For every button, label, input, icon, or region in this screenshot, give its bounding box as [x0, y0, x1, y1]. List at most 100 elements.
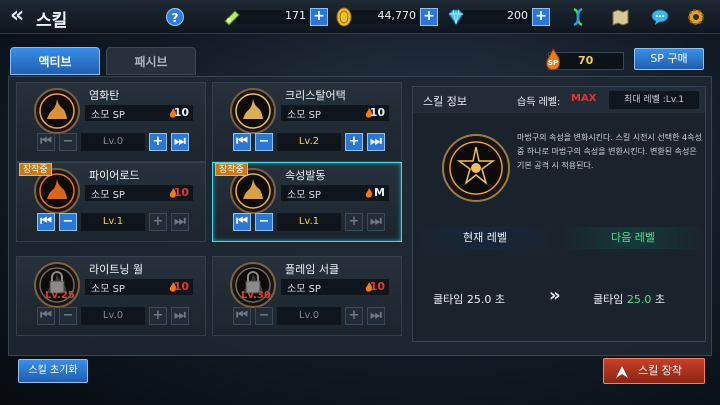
level-last-button[interactable]: ⏭	[367, 133, 385, 151]
sp-cost-label: 소모 SP	[287, 190, 321, 201]
help-icon[interactable]: ?	[166, 8, 184, 26]
sp-cost-label: 소모 SP	[91, 110, 125, 121]
next-cooldown: 쿨타임 25.0 초	[593, 291, 665, 307]
sp-cost-value: M	[374, 186, 385, 199]
tab-passive[interactable]: 패시브	[106, 47, 196, 75]
double-arrow-icon: »	[549, 285, 561, 306]
level-plus-button[interactable]: +	[345, 213, 363, 231]
sp-cost-value: 10	[173, 186, 189, 199]
level-plus-button[interactable]: +	[345, 133, 363, 151]
skill-name: 속성발동	[285, 169, 326, 182]
equip-icon	[616, 366, 628, 378]
gold-resource: 44,770 +	[334, 7, 438, 27]
map-scroll-icon[interactable]	[610, 7, 630, 27]
learn-level-value: MAX	[571, 93, 597, 104]
sp-buy-button[interactable]: SP 구매	[634, 48, 704, 70]
equipped-badge: 장착중	[19, 163, 52, 176]
ticket-plus-button[interactable]: +	[310, 8, 328, 26]
unlock-level: Lv.25	[45, 290, 75, 301]
sp-cost-row: 소모 SP 10	[85, 279, 193, 295]
skill-name: 크리스탈어택	[285, 89, 346, 102]
page-title: 스킬	[36, 11, 68, 31]
level-controls: ⏮ − Lv.0 + ⏭	[37, 307, 189, 327]
skill-card[interactable]: 염화탄 소모 SP 10 ⏮ − Lv.0 + ⏭	[16, 82, 206, 162]
level-value: Lv.0	[81, 133, 145, 151]
level-plus-button[interactable]: +	[149, 307, 167, 325]
level-last-button[interactable]: ⏭	[367, 213, 385, 231]
info-title: 스킬 정보	[423, 95, 467, 108]
tab-active[interactable]: 액티브	[10, 47, 100, 75]
skill-card[interactable]: 장착중 속성발동 소모 SP M ⏮ − Lv.1 + ⏭	[212, 162, 402, 242]
skill-card[interactable]: Lv.25 라이트닝 월 소모 SP 10 ⏮ − Lv.0 + ⏭	[16, 256, 206, 336]
gear-icon[interactable]	[686, 7, 706, 27]
sp-cost-row: 소모 SP M	[281, 185, 389, 201]
level-minus-button[interactable]: −	[255, 307, 273, 325]
level-controls: ⏮ − Lv.1 + ⏭	[233, 213, 385, 233]
sp-cost-label: 소모 SP	[91, 284, 125, 295]
unlock-level: Lv.30	[241, 290, 271, 301]
skill-name: 플레임 서클	[285, 263, 340, 276]
gold-coin-icon	[336, 7, 352, 27]
level-last-button[interactable]: ⏭	[171, 133, 189, 151]
skill-reset-button[interactable]: 스킬 초기화	[18, 359, 88, 383]
gold-value: 44,770	[377, 9, 417, 22]
top-bar: « 스킬 ? 171 + 44,770 + 200 +	[0, 0, 720, 34]
level-plus-button[interactable]: +	[149, 133, 167, 151]
sp-cost-label: 소모 SP	[287, 110, 321, 121]
level-controls: ⏮ − Lv.0 + ⏭	[233, 307, 385, 327]
level-value: Lv.1	[81, 213, 145, 231]
sp-cost-row: 소모 SP 10	[85, 185, 193, 201]
sp-icon-label: SP	[548, 59, 558, 67]
skill-card[interactable]: Lv.30 플레임 서클 소모 SP 10 ⏮ − Lv.0 + ⏭	[212, 256, 402, 336]
level-last-button[interactable]: ⏭	[367, 307, 385, 325]
level-minus-button[interactable]: −	[59, 213, 77, 231]
cd-unit: 초	[654, 293, 665, 306]
diamond-resource: 200 +	[446, 7, 550, 27]
skill-emblem-icon	[230, 88, 276, 134]
ticket-icon	[224, 10, 240, 26]
chat-bubble-icon[interactable]	[650, 7, 670, 27]
diamond-plus-button[interactable]: +	[532, 8, 550, 26]
current-level-header: 현재 레벨	[415, 227, 555, 249]
level-plus-button[interactable]: +	[149, 213, 167, 231]
level-first-button[interactable]: ⏮	[233, 133, 251, 151]
level-minus-button[interactable]: −	[59, 307, 77, 325]
skill-name: 라이트닝 월	[89, 263, 144, 276]
equipped-badge: 장착중	[215, 163, 248, 176]
level-first-button[interactable]: ⏮	[233, 213, 251, 231]
sp-cost-label: 소모 SP	[91, 190, 125, 201]
skill-card[interactable]: 장착중 파이어로드 소모 SP 10 ⏮ − Lv.1 + ⏭	[16, 162, 206, 242]
level-first-button[interactable]: ⏮	[37, 133, 55, 151]
locked-skill-icon	[34, 262, 80, 308]
sp-flame-icon: SP	[546, 48, 561, 71]
level-first-button[interactable]: ⏮	[233, 307, 251, 325]
level-first-button[interactable]: ⏮	[37, 307, 55, 325]
level-last-button[interactable]: ⏭	[171, 213, 189, 231]
learn-level-label: 습득 레벨:	[517, 97, 561, 108]
level-first-button[interactable]: ⏮	[37, 213, 55, 231]
skill-emblem-icon	[34, 88, 80, 134]
level-minus-button[interactable]: −	[59, 133, 77, 151]
diamond-gem-icon	[448, 9, 464, 25]
locked-skill-icon	[230, 262, 276, 308]
level-last-button[interactable]: ⏭	[171, 307, 189, 325]
level-value: Lv.0	[81, 307, 145, 325]
level-minus-button[interactable]: −	[255, 133, 273, 151]
back-arrow-icon[interactable]: «	[10, 5, 32, 27]
level-controls: ⏮ − Lv.1 + ⏭	[37, 213, 189, 233]
sp-cost-value: 10	[369, 106, 385, 119]
level-plus-button[interactable]: +	[345, 307, 363, 325]
info-header: 스킬 정보 습득 레벨: MAX 최대 레벨 :Lv.1	[413, 87, 705, 113]
cd-value: 25.0	[466, 293, 492, 306]
next-level-header: 다음 레벨	[563, 227, 703, 249]
flame-icon	[365, 188, 373, 198]
gold-plus-button[interactable]: +	[420, 8, 438, 26]
dna-icon[interactable]	[568, 7, 588, 27]
skill-card[interactable]: 크리스탈어택 소모 SP 10 ⏮ − Lv.2 + ⏭	[212, 82, 402, 162]
level-controls: ⏮ − Lv.0 + ⏭	[37, 133, 189, 153]
level-minus-button[interactable]: −	[255, 213, 273, 231]
skill-equip-button[interactable]: 스킬 장착	[603, 358, 705, 384]
sp-cost-row: 소모 SP 10	[281, 105, 389, 121]
current-cooldown: 쿨타임 25.0 초	[433, 291, 505, 307]
cd-value: 25.0	[626, 293, 652, 306]
